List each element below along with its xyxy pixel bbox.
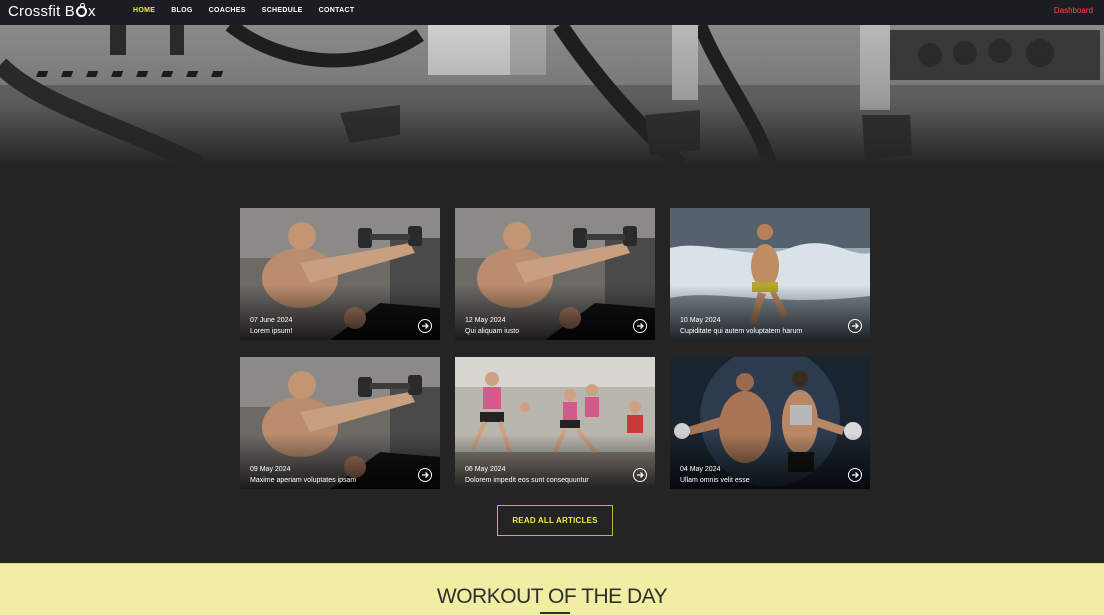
dashboard-link[interactable]: Dashboard (1054, 6, 1093, 15)
workout-section: WORKOUT OF THE DAY (0, 563, 1104, 615)
arrow-right-icon[interactable] (848, 468, 862, 482)
read-all-articles-button[interactable]: READ ALL ARTICLES (497, 505, 613, 536)
article-title: Ullam omnis velit esse (680, 477, 750, 484)
article-date: 12 May 2024 (465, 317, 506, 324)
article-card[interactable]: 07 June 2024 Lorem ipsum! (240, 208, 440, 340)
article-card[interactable]: 06 May 2024 Dolorem impedit eos sunt con… (455, 357, 655, 489)
kettlebell-icon (76, 3, 88, 17)
article-date: 07 June 2024 (250, 317, 293, 324)
arrow-right-icon[interactable] (418, 319, 432, 333)
article-date: 10 May 2024 (680, 317, 721, 324)
arrow-right-icon[interactable] (418, 468, 432, 482)
gym-floor-image (0, 25, 1104, 165)
nav-coaches[interactable]: COACHES (209, 7, 246, 14)
article-date: 06 May 2024 (465, 466, 506, 473)
top-navbar: Crossfit B x HOME BLOG COACHES SCHEDULE C… (0, 0, 1104, 25)
nav-home[interactable]: HOME (133, 7, 155, 14)
article-card[interactable]: 09 May 2024 Maxime aperiam voluptates ip… (240, 357, 440, 489)
title-underline (540, 612, 570, 614)
workout-title: WORKOUT OF THE DAY (436, 585, 668, 608)
main-nav: HOME BLOG COACHES SCHEDULE CONTACT (133, 7, 354, 14)
nav-blog[interactable]: BLOG (171, 7, 192, 14)
article-title: Cupiditate qui autem voluptatem harum (680, 328, 803, 335)
articles-grid: 07 June 2024 Lorem ipsum! 12 May 2024 Qu… (240, 208, 870, 490)
arrow-right-icon[interactable] (633, 468, 647, 482)
article-card[interactable]: 04 May 2024 Ullam omnis velit esse (670, 357, 870, 489)
nav-contact[interactable]: CONTACT (319, 7, 355, 14)
page: Crossfit B x HOME BLOG COACHES SCHEDULE C… (0, 0, 1104, 615)
arrow-right-icon[interactable] (633, 319, 647, 333)
article-title: Maxime aperiam voluptates ipsam (250, 477, 357, 484)
hero-banner (0, 25, 1104, 165)
article-title: Qui aliquam iusto (465, 328, 520, 335)
arrow-right-icon[interactable] (848, 319, 862, 333)
article-card[interactable]: 12 May 2024 Qui aliquam iusto (455, 208, 655, 340)
nav-schedule[interactable]: SCHEDULE (262, 7, 303, 14)
article-title: Lorem ipsum! (250, 328, 293, 335)
article-date: 09 May 2024 (250, 466, 291, 473)
brand-text-end: x (88, 3, 96, 20)
article-card[interactable]: 10 May 2024 Cupiditate qui autem volupta… (670, 208, 870, 340)
article-date: 04 May 2024 (680, 466, 721, 473)
article-title: Dolorem impedit eos sunt consequuntur (465, 477, 589, 484)
brand-text: Crossfit B (8, 3, 76, 20)
brand-logo[interactable]: Crossfit B x (8, 3, 96, 20)
